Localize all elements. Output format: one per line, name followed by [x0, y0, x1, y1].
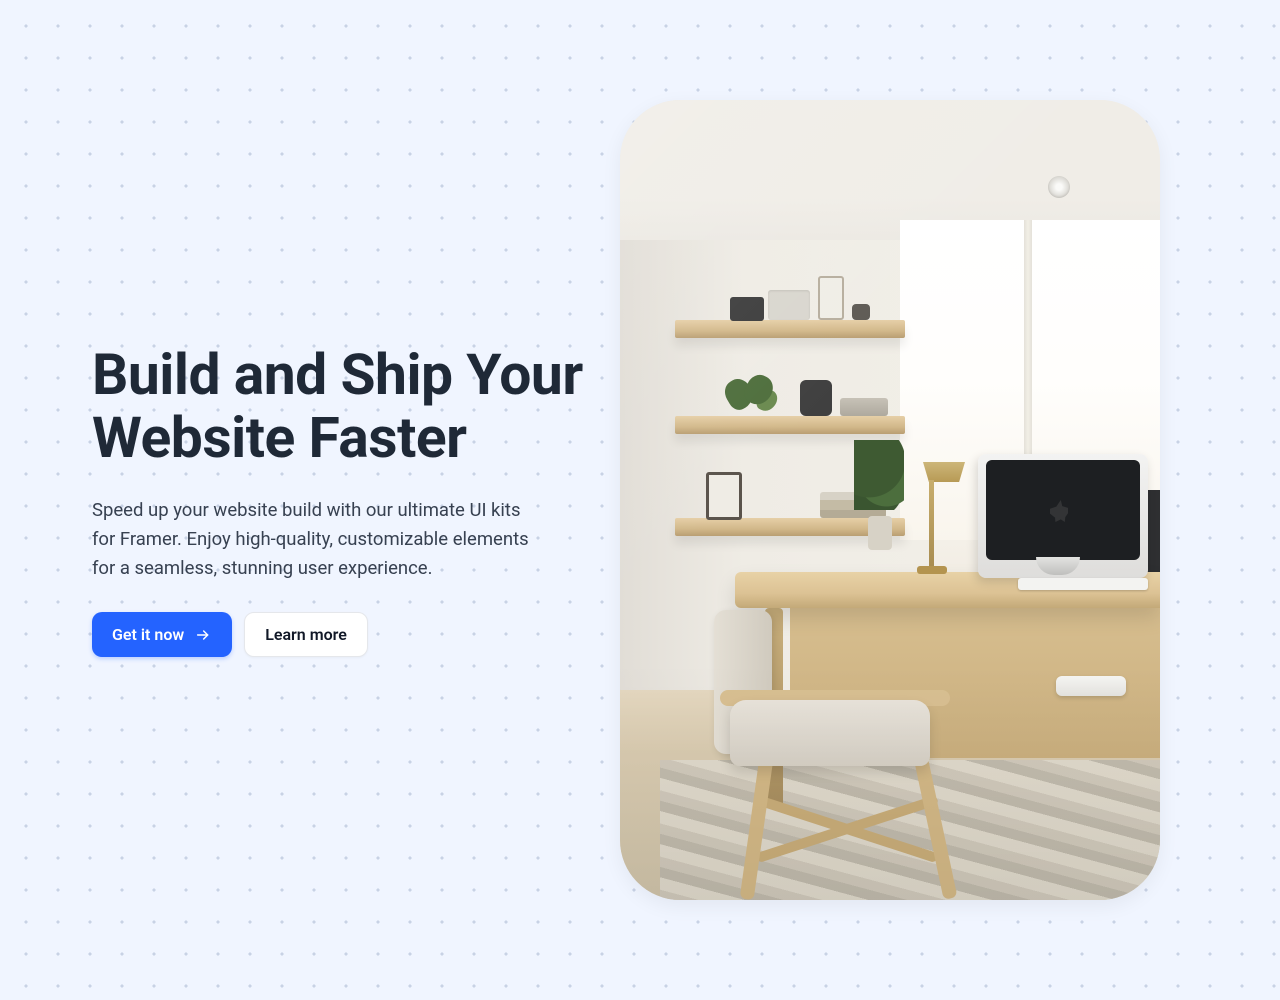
hero-text-block: Build and Ship Your Website Faster Speed… [92, 343, 592, 658]
get-it-now-button[interactable]: Get it now [92, 612, 232, 657]
cta-row: Get it now Learn more [92, 612, 592, 657]
hero-image [620, 100, 1160, 900]
hero-section: Build and Ship Your Website Faster Speed… [0, 0, 1280, 1000]
learn-more-button[interactable]: Learn more [244, 612, 368, 657]
secondary-cta-label: Learn more [265, 625, 347, 644]
arrow-right-icon [194, 626, 212, 644]
primary-cta-label: Get it now [112, 625, 184, 644]
hero-title: Build and Ship Your Website Faster [92, 343, 592, 471]
hero-subtitle: Speed up your website build with our ult… [92, 496, 542, 582]
